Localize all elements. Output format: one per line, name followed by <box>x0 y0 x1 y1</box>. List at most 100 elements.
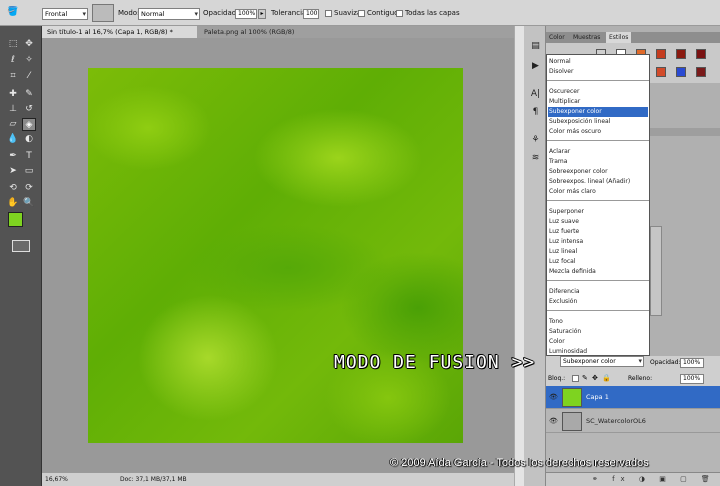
blend-mode-option[interactable]: Luz intensa <box>548 237 648 247</box>
lock-position-icon[interactable]: ✥ <box>592 374 598 382</box>
document-canvas[interactable] <box>88 68 463 443</box>
shape-tool-icon[interactable]: ▭ <box>22 165 36 178</box>
visibility-eye-icon[interactable]: 👁 <box>549 410 559 433</box>
tab-color[interactable]: Color <box>546 32 568 43</box>
blend-mode-option[interactable]: Normal <box>548 57 648 67</box>
menu-separator <box>547 140 649 141</box>
opacity-slider-arrow-icon[interactable]: ▸ <box>258 9 266 19</box>
paragraph-icon[interactable]: ¶ <box>529 106 542 118</box>
style-swatch[interactable] <box>696 49 706 59</box>
paint-bucket-icon[interactable]: 🪣 <box>6 6 20 19</box>
3d-orbit-tool-icon[interactable]: ⟳ <box>22 182 36 195</box>
path-selection-tool-icon[interactable]: ➤ <box>6 165 20 178</box>
style-swatch[interactable] <box>676 67 686 77</box>
blend-mode-option[interactable]: Subexposición lineal <box>548 117 648 127</box>
layer-row[interactable]: 👁 SC_WatercolorOL6 <box>546 410 720 433</box>
blend-mode-option[interactable]: Color más oscuro <box>548 127 648 137</box>
quick-mask-icon[interactable] <box>12 240 30 252</box>
character-icon[interactable]: A| <box>529 88 542 100</box>
contiguous-label: Contiguo <box>367 9 399 17</box>
blend-mode-option[interactable]: Trama <box>548 157 648 167</box>
tab-sin-titulo[interactable]: Sin título-1 al 16,7% (Capa 1, RGB/8) * <box>42 26 197 38</box>
antialias-checkbox[interactable] <box>325 10 332 17</box>
zoom-level[interactable]: 16,67% <box>45 476 68 483</box>
options-bar: 🪣 Frontal Modo: Normal Opacidad: 100% ▸ … <box>0 0 720 26</box>
blend-mode-option[interactable]: Mezcla definida <box>548 267 648 277</box>
blend-mode-option[interactable]: Luminosidad <box>548 347 648 357</box>
blend-mode-option[interactable]: Sobreexpos. lineal (Añadir) <box>548 177 648 187</box>
lock-pixels-icon[interactable]: ✎ <box>582 374 588 382</box>
blend-mode-option[interactable]: Sobreexponer color <box>548 167 648 177</box>
tab-muestras[interactable]: Muestras <box>570 32 603 43</box>
panel-header <box>650 128 720 136</box>
all-layers-checkbox[interactable] <box>396 10 403 17</box>
mode-select[interactable]: Normal <box>138 8 200 20</box>
foreground-color-swatch[interactable] <box>8 212 23 227</box>
pen-tool-icon[interactable]: ✒ <box>6 150 20 163</box>
blend-mode-option[interactable]: Saturación <box>548 327 648 337</box>
tab-paleta[interactable]: Paleta.png al 100% (RGB/8) <box>199 26 319 38</box>
blend-mode-option[interactable]: Subexponer color <box>548 107 648 117</box>
pattern-swatch[interactable] <box>92 4 114 22</box>
blend-mode-option[interactable]: Superponer <box>548 207 648 217</box>
dodge-tool-icon[interactable]: ◐ <box>22 133 36 146</box>
style-swatch[interactable] <box>676 49 686 59</box>
blend-mode-option[interactable]: Disolver <box>548 67 648 77</box>
blend-mode-option[interactable]: Aclarar <box>548 147 648 157</box>
zoom-tool-icon[interactable]: 🔍 <box>22 197 36 210</box>
tolerance-input[interactable]: 100 <box>303 9 319 19</box>
blend-mode-option[interactable]: Luz suave <box>548 217 648 227</box>
preset-select[interactable]: Frontal <box>42 8 88 20</box>
layer-opacity-label: Opacidad: <box>650 359 681 366</box>
opacity-input[interactable]: 100% <box>235 9 257 19</box>
eraser-tool-icon[interactable]: ▱ <box>6 118 20 131</box>
lock-transparent-checkbox[interactable] <box>572 375 579 382</box>
blend-mode-option[interactable]: Luz lineal <box>548 247 648 257</box>
magic-wand-tool-icon[interactable]: ✧ <box>22 54 36 67</box>
actions-icon[interactable]: ▶ <box>529 60 542 72</box>
history-brush-tool-icon[interactable]: ↺ <box>22 103 36 116</box>
move-tool-icon[interactable]: ✥ <box>22 38 36 51</box>
visibility-eye-icon[interactable]: 👁 <box>549 386 559 409</box>
blend-mode-option[interactable]: Multiplicar <box>548 97 648 107</box>
layer-row[interactable]: 👁 Capa 1 <box>546 386 720 409</box>
blend-mode-option[interactable]: Luz fuerte <box>548 227 648 237</box>
blend-mode-option[interactable]: Oscurecer <box>548 87 648 97</box>
blend-mode-option[interactable]: Diferencia <box>548 287 648 297</box>
blend-mode-option[interactable]: Luz focal <box>548 257 648 267</box>
brushes-icon[interactable]: ≋ <box>529 152 542 164</box>
blur-tool-icon[interactable]: 💧 <box>6 133 20 146</box>
paint-bucket-tool-icon[interactable]: ◈ <box>22 118 36 131</box>
contiguous-checkbox[interactable] <box>358 10 365 17</box>
blend-mode-option[interactable]: Tono <box>548 317 648 327</box>
layer-actions-icons[interactable]: ⚭ fx ◑ ▣ ▢ 🗑 <box>592 475 716 483</box>
layer-thumbnail <box>562 388 582 407</box>
healing-brush-tool-icon[interactable]: ✚ <box>6 88 20 101</box>
blend-mode-option[interactable]: Color más claro <box>548 187 648 197</box>
brush-tool-icon[interactable]: ✎ <box>22 88 36 101</box>
vertical-scrollbar[interactable] <box>514 26 524 486</box>
eyedropper-tool-icon[interactable]: ⁄ <box>22 70 36 83</box>
blend-mode-option[interactable]: Color <box>548 337 648 347</box>
stamp-tool-icon[interactable]: ⊥ <box>6 103 20 116</box>
lasso-tool-icon[interactable]: ℓ <box>6 54 20 67</box>
lock-all-icon[interactable]: 🔒 <box>602 374 611 382</box>
hand-tool-icon[interactable]: ✋ <box>6 197 20 210</box>
style-swatch[interactable] <box>656 67 666 77</box>
type-tool-icon[interactable]: T <box>22 150 36 163</box>
blend-mode-option[interactable]: Exclusión <box>548 297 648 307</box>
3d-rotate-tool-icon[interactable]: ⟲ <box>6 182 20 195</box>
toolbox: ⬚ ✥ ℓ ✧ ⌗ ⁄ ✚ ✎ ⊥ ↺ ▱ ◈ 💧 ◐ ✒ T ➤ ▭ ⟲ ⟳ … <box>0 26 42 486</box>
style-swatch[interactable] <box>656 49 666 59</box>
blend-mode-menu[interactable]: Normal Disolver Oscurecer Multiplicar Subexp… <box>546 54 650 356</box>
marquee-tool-icon[interactable]: ⬚ <box>6 38 20 51</box>
clone-source-icon[interactable]: ⚘ <box>529 134 542 146</box>
style-swatch[interactable] <box>696 67 706 77</box>
layer-blend-mode-select[interactable]: Subexponer color <box>560 356 644 367</box>
fill-input[interactable]: 100% <box>680 374 704 384</box>
layer-opacity-input[interactable]: 100% <box>680 358 704 368</box>
tab-estilos[interactable]: Estilos <box>606 32 632 43</box>
history-icon[interactable]: ▤ <box>529 40 542 52</box>
crop-tool-icon[interactable]: ⌗ <box>6 70 20 83</box>
copyright-notice: © 2009 Aída García - Todos los derechos … <box>390 457 649 469</box>
